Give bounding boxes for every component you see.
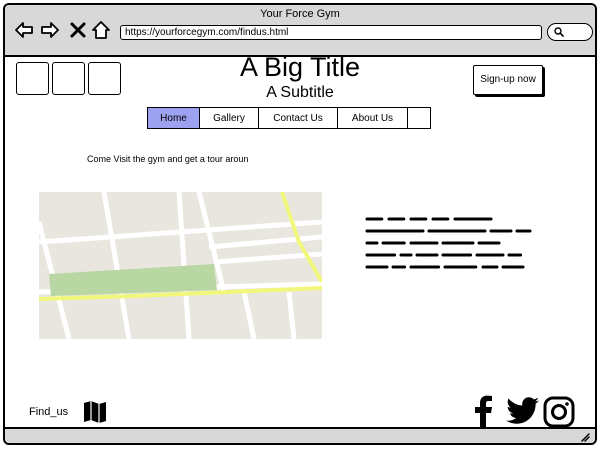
- tab-gallery[interactable]: Gallery: [200, 108, 259, 128]
- nav-tabs: Home Gallery Contact Us About Us: [147, 107, 431, 129]
- tab-about-us[interactable]: About Us: [338, 108, 408, 128]
- forward-arrow-icon: [41, 22, 59, 38]
- forward-button[interactable]: [39, 19, 61, 41]
- instagram-icon[interactable]: [543, 395, 575, 429]
- home-icon: [92, 21, 110, 39]
- back-arrow-icon: [15, 22, 33, 38]
- location-map[interactable]: [39, 192, 322, 339]
- home-button[interactable]: [90, 19, 112, 41]
- address-bar[interactable]: https://yourforcegym.com/findus.html: [120, 25, 542, 40]
- find-us-label: Find_us: [29, 406, 69, 418]
- tab-home[interactable]: Home: [148, 108, 200, 128]
- back-button[interactable]: [13, 19, 35, 41]
- signup-button[interactable]: Sign-up now: [473, 65, 543, 95]
- browser-chrome: Your Force Gym https://yourforcegym.com/…: [5, 5, 595, 57]
- status-bar: [5, 427, 595, 443]
- search-icon: [554, 27, 564, 37]
- placeholder-text-block: [365, 217, 532, 269]
- tab-contact-us[interactable]: Contact Us: [259, 108, 338, 128]
- tab-extra[interactable]: [408, 108, 430, 128]
- twitter-icon[interactable]: [506, 395, 540, 429]
- resize-handle-icon[interactable]: [580, 432, 590, 442]
- map-icon[interactable]: [83, 400, 107, 424]
- search-box[interactable]: [547, 23, 593, 41]
- facebook-icon[interactable]: [471, 395, 497, 429]
- browser-window: Your Force Gym https://yourforcegym.com/…: [3, 3, 597, 445]
- stop-button[interactable]: [67, 19, 89, 41]
- intro-text: Come Visit the gym and get a tour aroun: [87, 154, 249, 164]
- close-icon: [70, 22, 86, 38]
